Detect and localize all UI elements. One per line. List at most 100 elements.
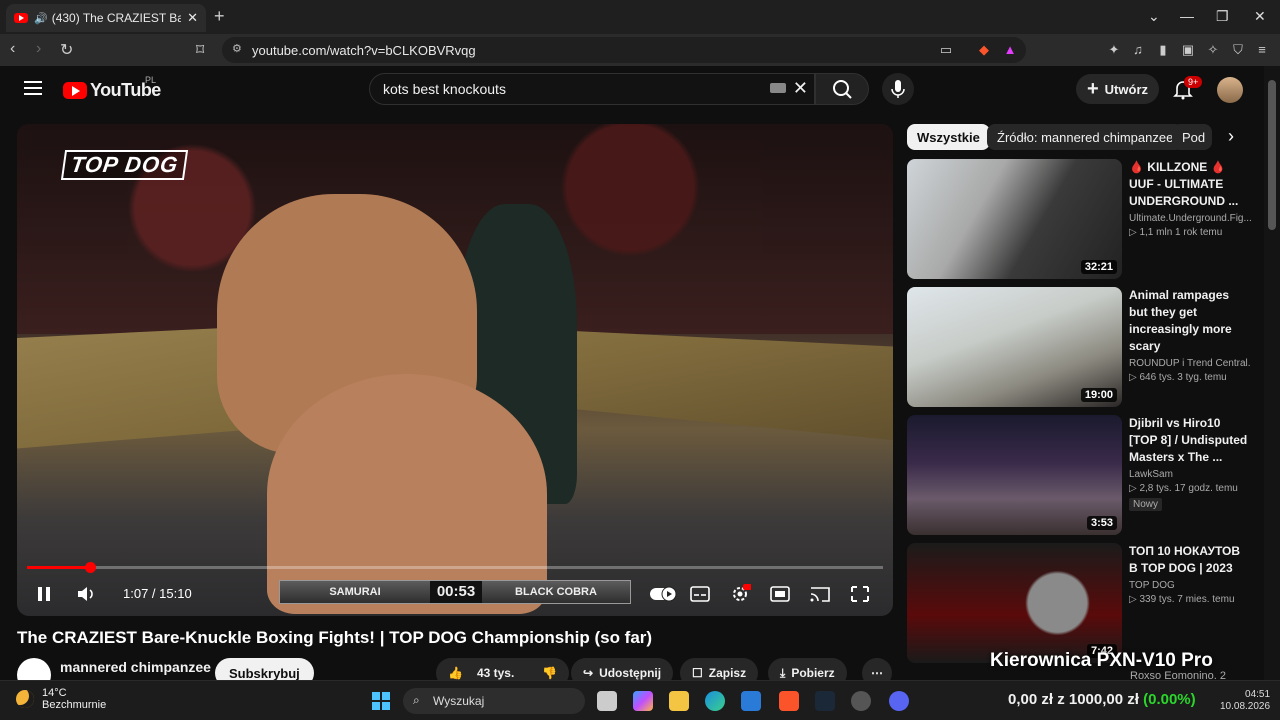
tab-list-icon[interactable]: ⌄ [1148, 8, 1160, 25]
minimize-button[interactable]: — [1180, 8, 1194, 24]
thumbs-down-icon[interactable]: 👎 [542, 666, 557, 680]
ticker-total: z 1000,00 zł [1057, 691, 1139, 708]
system-clock[interactable]: 04:51 10.08.2026 [1220, 689, 1270, 713]
close-window-button[interactable]: ✕ [1254, 8, 1266, 25]
maximize-button[interactable]: ❐ [1216, 8, 1229, 25]
wallet-icon[interactable]: ▣ [1180, 42, 1196, 58]
chatgpt-icon[interactable] [851, 691, 871, 711]
fighter-left-name: SAMURAI [329, 586, 381, 598]
recommendation-item[interactable]: 19:00 Animal rampages but they get incre… [907, 287, 1251, 407]
recommendation-title[interactable]: ТОП 10 НОКАУТОВ В TOP DOG | 2023 [1129, 543, 1251, 577]
back-arrow-icon[interactable]: ‹ [10, 40, 15, 58]
browser-menu-icon[interactable]: ≡ [1254, 42, 1270, 58]
progress-scrubber-handle[interactable] [85, 562, 97, 573]
discord-icon[interactable] [889, 691, 909, 711]
recommendation-channel[interactable]: LawkSam [1129, 469, 1251, 480]
brave-shields-icon[interactable]: ◆ [976, 42, 992, 58]
search-input[interactable]: kots best knockouts ✕ [369, 73, 815, 105]
music-icon[interactable]: ♫ [1130, 42, 1146, 58]
ad-overlay-text: Kierownica PXN-V10 Pro [990, 650, 1213, 671]
recommendation-item[interactable]: 3:53 Djibril vs Hiro10 [TOP 8] / Undispu… [907, 415, 1247, 535]
clock-date: 10.08.2026 [1220, 701, 1271, 712]
tab-close-icon[interactable]: ✕ [187, 10, 198, 26]
recommendation-item[interactable]: 32:21 🩸 KILLZONE 🩸 UUF - ULTIMATE UNDERG… [907, 159, 1251, 279]
volume-icon[interactable] [75, 584, 97, 604]
cast-icon[interactable] [809, 584, 831, 604]
url-field[interactable]: ⚙ youtube.com/watch?v=bCLKOBVRvqg [222, 37, 1026, 63]
progress-bar[interactable] [27, 562, 883, 573]
reload-icon[interactable]: ↻ [60, 40, 73, 60]
channel-name[interactable]: mannered chimpanzee [60, 659, 211, 675]
chip-related[interactable]: Pod [1172, 124, 1212, 150]
chip-from-channel[interactable]: Źródło: mannered chimpanzee [987, 124, 1184, 150]
recommendation-title[interactable]: Djibril vs Hiro10 [TOP 8] / Undisputed M… [1129, 415, 1251, 466]
create-button[interactable]: + Utwórz [1076, 74, 1159, 104]
hamburger-menu-icon[interactable] [24, 81, 42, 95]
create-label: Utwórz [1104, 81, 1149, 97]
weather-condition: Bezchmurnie [42, 699, 107, 711]
scrollbar-thumb[interactable] [1268, 80, 1276, 230]
recommendation-title[interactable]: 🩸 KILLZONE 🩸 UUF - ULTIMATE UNDERGROUND … [1129, 159, 1251, 210]
video-thumbnail[interactable]: 32:21 [907, 159, 1122, 279]
youtube-logo[interactable]: YouTube PL [63, 75, 161, 101]
duration-badge: 32:21 [1080, 260, 1117, 274]
video-thumbnail[interactable]: 3:53 [907, 415, 1122, 535]
site-info-icon[interactable]: ⚙ [232, 42, 242, 55]
keyboard-icon[interactable] [770, 83, 786, 93]
brave-rewards-icon[interactable]: ▲ [1002, 42, 1018, 58]
recommendation-channel[interactable]: TOP DOG [1129, 580, 1251, 591]
save-icon: ☐ [692, 666, 703, 680]
browser-tab[interactable]: 🔊 (430) The CRAZIEST Bare-Knu ✕ [6, 4, 206, 32]
bookmark-icon[interactable]: ⌑ [196, 40, 204, 60]
task-view-icon[interactable] [597, 691, 617, 711]
recommendation-channel[interactable]: ROUNDUP i Trend Central. [1129, 358, 1251, 369]
page-scrollbar[interactable] [1264, 66, 1280, 680]
vpn-shield-icon[interactable]: ⛉ [1230, 42, 1246, 58]
chips-next-chevron-icon[interactable]: › [1220, 126, 1242, 148]
edge-browser-icon[interactable] [705, 691, 725, 711]
fullscreen-icon[interactable] [849, 584, 871, 604]
sidebar-icon[interactable]: ▮ [1155, 42, 1171, 58]
chip-all[interactable]: Wszystkie [907, 124, 990, 150]
recommendation-item[interactable]: 7:42 ТОП 10 НОКАУТОВ В TOP DOG | 2023 TO… [907, 543, 1247, 663]
voice-search-button[interactable] [882, 73, 914, 105]
steam-icon[interactable] [815, 691, 835, 711]
copilot-icon[interactable] [633, 691, 653, 711]
extensions-icon[interactable]: ✦ [1106, 42, 1122, 58]
round-clock: 00:53 [430, 581, 482, 603]
region-code: PL [145, 75, 157, 85]
plus-icon: + [1086, 77, 1099, 100]
account-avatar[interactable] [1217, 77, 1243, 103]
recommendation-meta: ▷ 1,1 mln 1 rok temu [1129, 227, 1223, 238]
file-explorer-icon[interactable] [669, 691, 689, 711]
autoplay-toggle[interactable] [649, 584, 677, 604]
cast-page-icon[interactable]: ▭ [938, 42, 954, 58]
search-icon: ⌕ [413, 693, 420, 707]
windows-start-icon[interactable] [371, 691, 391, 711]
miniplayer-icon[interactable] [769, 584, 791, 604]
brave-browser-icon[interactable] [779, 691, 799, 711]
new-tab-button[interactable]: + [214, 6, 225, 27]
speaker-icon[interactable]: 🔊 [34, 12, 48, 25]
microsoft-store-icon[interactable] [741, 691, 761, 711]
youtube-favicon-icon [14, 13, 28, 23]
forward-arrow-icon[interactable]: › [36, 40, 41, 58]
weather-widget[interactable]: 14°C Bezchmurnie [16, 687, 106, 711]
recommendation-channel[interactable]: Ultimate.Underground.Fig... [1129, 213, 1251, 224]
like-count: 43 tys. [476, 666, 515, 680]
clear-search-icon[interactable]: ✕ [793, 78, 808, 99]
search-button[interactable] [815, 73, 869, 105]
video-thumbnail[interactable]: 7:42 [907, 543, 1122, 663]
video-thumbnail[interactable]: 19:00 [907, 287, 1122, 407]
subtitles-icon[interactable] [689, 584, 711, 604]
settings-gear-icon[interactable] [729, 584, 752, 604]
windows-search-box[interactable]: ⌕ Wyszukaj [403, 688, 585, 714]
thumbs-up-icon: 👍 [448, 666, 463, 680]
video-player[interactable]: TOP DOG 1:07 / 15:10 SAMURAI 00:53 BLACK… [17, 124, 893, 616]
recommendation-title[interactable]: Animal rampages but they get increasingl… [1129, 287, 1251, 355]
fighter-right-name: BLACK COBRA [515, 586, 597, 598]
leo-ai-icon[interactable]: ✧ [1205, 42, 1221, 58]
ticker-balance: 0,00 zł [1008, 691, 1054, 708]
recommendation-meta: ▷ 646 tys. 3 tyg. temu [1129, 372, 1227, 383]
pause-icon[interactable] [33, 584, 55, 604]
